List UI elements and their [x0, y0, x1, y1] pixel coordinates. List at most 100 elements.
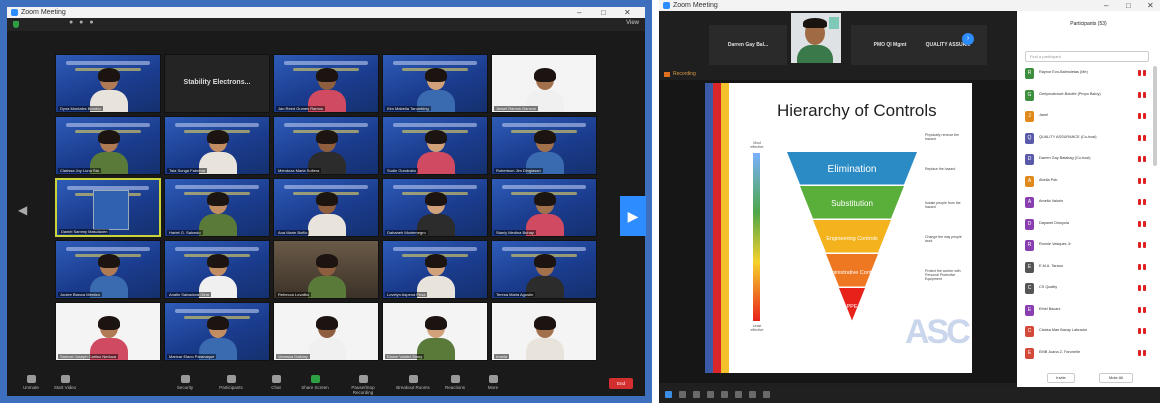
participant-video-tile[interactable]: Vanessa Daliday: [273, 302, 379, 361]
participant-video-tile[interactable]: Daniel Sammy Masulacen: [55, 178, 161, 237]
participant-video-tile[interactable]: Robertson Jim Dinglasan: [491, 116, 597, 175]
participant-video-tile[interactable]: Mendoza Maria Soltera: [273, 116, 379, 175]
meeting-toolbar: End Unmute Start Video Security Participant…: [7, 372, 645, 396]
chevron-right-icon[interactable]: ›: [962, 33, 974, 45]
taskbar-app-icon[interactable]: [721, 391, 728, 398]
participant-name: Gerlynvalcourt-Bolotfe (Pmpo Baloy): [1039, 91, 1101, 96]
minimize-icon[interactable]: –: [1104, 0, 1108, 11]
toolbar-label: More: [487, 385, 499, 390]
muted-mic-icon[interactable]: [1138, 328, 1147, 334]
maximize-icon[interactable]: □: [1126, 0, 1131, 11]
muted-mic-icon[interactable]: [1138, 177, 1147, 184]
pyramid-level-label: Engineering Controls: [826, 236, 878, 242]
muted-mic-icon[interactable]: [1138, 70, 1147, 76]
participant-row[interactable]: E Ethel Bacani: [1025, 303, 1153, 318]
participant-video-tile[interactable]: Lovelyn Aspena Pesa: [382, 240, 488, 299]
participant-video-tile[interactable]: Sudin Gundrabo: [382, 116, 488, 175]
tile-display-name: Stability Electrons...: [183, 79, 251, 86]
muted-mic-icon[interactable]: [1138, 156, 1147, 162]
end-meeting-button[interactable]: End: [609, 378, 633, 389]
muted-mic-icon[interactable]: [1138, 91, 1147, 98]
active-speaker-video[interactable]: [791, 13, 841, 63]
muted-mic-icon[interactable]: [1138, 263, 1147, 270]
invite-button[interactable]: Invite: [1047, 373, 1075, 383]
muted-mic-icon[interactable]: [1138, 285, 1147, 291]
muted-mic-icon[interactable]: [1138, 113, 1147, 119]
participant-video-tile[interactable]: Elaine Valdez Sinoy: [382, 302, 488, 361]
toolbar-reactions-button[interactable]: Reactions: [435, 375, 475, 390]
participant-video-tile[interactable]: Kim Mabella Tarumbing: [382, 54, 488, 113]
muted-mic-icon[interactable]: [1138, 220, 1147, 227]
start-icon[interactable]: [665, 391, 672, 398]
participant-row[interactable]: J Janel: [1025, 109, 1153, 124]
participant-video-tile[interactable]: Rebecca Lovalita: [273, 240, 379, 299]
participant-row[interactable]: C CS Quality: [1025, 281, 1153, 296]
toolbar-share-screen-button[interactable]: Share Screen: [295, 375, 335, 390]
toolbar-label: Chat: [271, 385, 281, 390]
toolbar-security-button[interactable]: Security: [165, 375, 205, 390]
participant-video-tile[interactable]: Irmela: [491, 302, 597, 361]
toolbar-more-button[interactable]: More: [473, 375, 513, 390]
thumbnail-tile[interactable]: Darren Gay Bal...: [709, 25, 787, 65]
participant-video-tile[interactable]: Stability Electrons...: [164, 54, 270, 113]
participant-video-tile[interactable]: Jan Reed Gumes Ramos: [273, 54, 379, 113]
taskbar-app-icon[interactable]: [763, 391, 770, 398]
thumbnail-tile[interactable]: QUALITY ASSUR...: [909, 25, 987, 65]
toolbar-pause-stop-recording-button[interactable]: Pause/Stop Recording: [343, 375, 383, 395]
taskbar-app-icon[interactable]: [735, 391, 742, 398]
participant-row[interactable]: R Ronnie Vasquez Jr: [1025, 238, 1153, 253]
muted-mic-icon[interactable]: [1138, 199, 1147, 205]
muted-mic-icon[interactable]: [1138, 349, 1147, 356]
muted-mic-icon[interactable]: [1138, 134, 1147, 141]
view-button[interactable]: View: [626, 20, 639, 26]
participant-row[interactable]: A Abella Pob: [1025, 174, 1153, 189]
participant-video-tile[interactable]: Maricar Elano Paranaque: [164, 302, 270, 361]
participant-row[interactable]: R Raynor Evo-Balmoletas (Me): [1025, 66, 1153, 81]
pyramid-note: Protect the worker with Personal Protect…: [925, 269, 961, 281]
taskbar-app-icon[interactable]: [693, 391, 700, 398]
participant-row[interactable]: G Gerlynvalcourt-Bolotfe (Pmpo Baloy): [1025, 88, 1153, 103]
taskbar-app-icon[interactable]: [707, 391, 714, 398]
participant-row[interactable]: E EMB Juana Z. Faronelle: [1025, 346, 1153, 361]
mute-all-button[interactable]: Mute All: [1099, 373, 1133, 383]
next-page-button[interactable]: ▶: [620, 196, 646, 236]
participant-video-tile[interactable]: Stanly Medina Buhay: [491, 178, 597, 237]
participant-video-tile[interactable]: Jouiee Bianca Mestizo: [55, 240, 161, 299]
muted-mic-icon[interactable]: [1138, 306, 1147, 313]
close-icon[interactable]: ✕: [624, 7, 631, 18]
participant-video-tile[interactable]: Clarissa Joy Luna Sta: [55, 116, 161, 175]
taskbar-app-icon[interactable]: [679, 391, 686, 398]
participant-row[interactable]: D Dayanet Dinoyola: [1025, 217, 1153, 232]
previous-page-icon[interactable]: ◀: [18, 203, 27, 217]
participant-video-tile[interactable]: Analin Salvadora Gina: [164, 240, 270, 299]
participant-video-tile[interactable]: Dyna Montales Bondoc: [55, 54, 161, 113]
participant-row[interactable]: D Darren Gay Balabag (Co-host): [1025, 152, 1153, 167]
participant-video-tile[interactable]: Ana Marie Bofilo: [273, 178, 379, 237]
participant-video-tile[interactable]: Samuel Joseph Carliso Neduca: [55, 302, 161, 361]
participant-row[interactable]: A Amelia Valorin: [1025, 195, 1153, 210]
muted-mic-icon[interactable]: [1138, 242, 1147, 248]
participant-scrollbar[interactable]: [1153, 66, 1157, 166]
participant-row[interactable]: C Clarisa Mae Bacay Labrador: [1025, 324, 1153, 339]
minimize-icon[interactable]: –: [577, 7, 581, 18]
tile-name-label: Elaine Valdez Sinoy: [385, 354, 425, 359]
toolbar-breakout-rooms-button[interactable]: Breakout Rooms: [393, 375, 433, 390]
participant-search-input[interactable]: Find a participant: [1025, 51, 1149, 62]
toolbar-chat-button[interactable]: Chat: [256, 375, 296, 390]
participant-video-tile[interactable]: Tala Sunga Fabrena: [164, 116, 270, 175]
participant-video-tile[interactable]: Teresa Maria Agustin: [491, 240, 597, 299]
maximize-icon[interactable]: □: [601, 7, 606, 18]
participant-row[interactable]: E E.M.A. Tarauo: [1025, 260, 1153, 275]
participant-video-tile[interactable]: Dahaneh Montenegro: [382, 178, 488, 237]
close-icon[interactable]: ✕: [1147, 0, 1154, 11]
participant-name: Darren Gay Balabag (Co-host): [1039, 156, 1091, 160]
toolbar-participants-button[interactable]: Participants: [211, 375, 251, 390]
participant-video-tile[interactable]: Jiewel Ramos Ganzon: [491, 54, 597, 113]
participant-video-tile[interactable]: Hariet G. Salcedo: [164, 178, 270, 237]
security-shield-icon[interactable]: [13, 21, 19, 28]
toolbar-start-video-button[interactable]: Start Video: [45, 375, 85, 390]
participant-row[interactable]: Q QUALITY ASSURANCE (Co-host): [1025, 131, 1153, 146]
toolbar-icon: [488, 375, 498, 383]
toolbar-icon: [310, 375, 320, 383]
taskbar-app-icon[interactable]: [749, 391, 756, 398]
